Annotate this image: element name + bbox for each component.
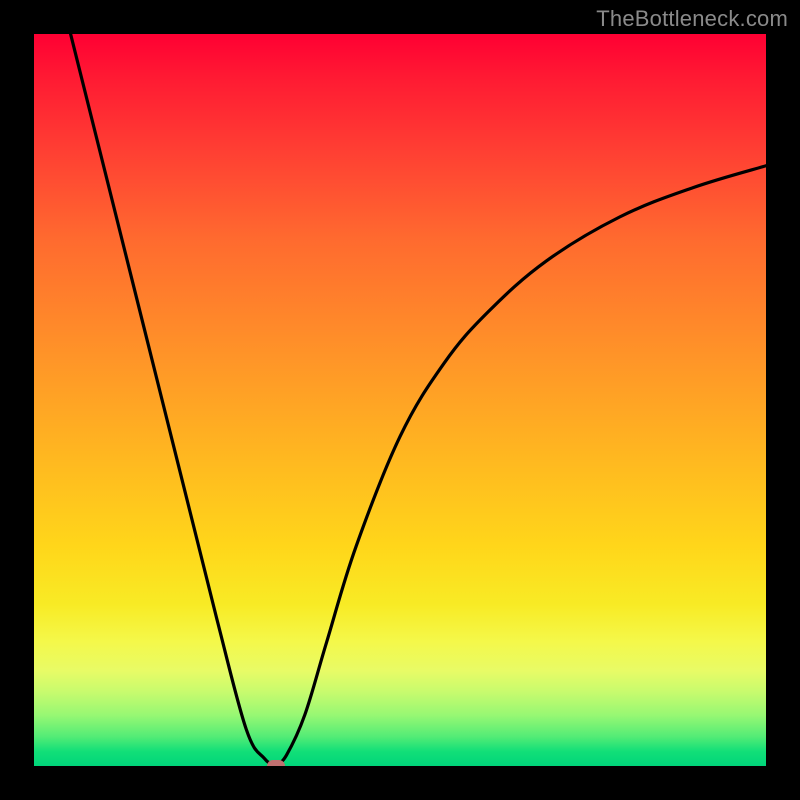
chart-container: TheBottleneck.com [0, 0, 800, 800]
bottleneck-curve [34, 34, 766, 766]
plot-area [34, 34, 766, 766]
watermark-label: TheBottleneck.com [596, 6, 788, 32]
curve-minimum-marker [267, 760, 285, 766]
